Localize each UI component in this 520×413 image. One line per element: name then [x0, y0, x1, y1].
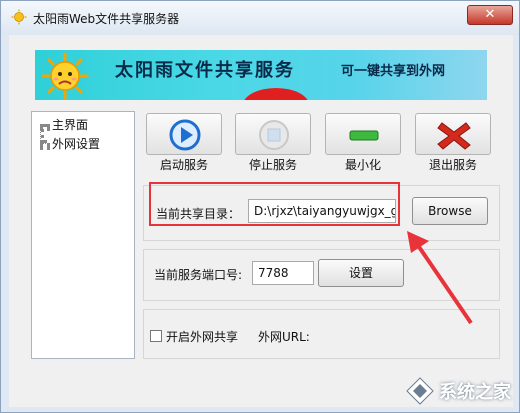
banner-subtitle: 可一键共享到外网	[341, 64, 446, 79]
set-port-button[interactable]: 设置	[318, 259, 404, 287]
sun-logo-icon	[11, 9, 27, 25]
banner-decoration	[243, 88, 309, 100]
window-title: 太阳雨Web文件共享服务器	[33, 12, 180, 26]
minimize-button[interactable]	[325, 113, 401, 155]
stop-service-button[interactable]	[235, 113, 311, 155]
banner-title: 太阳雨文件共享服务	[115, 60, 295, 81]
start-service-button[interactable]	[146, 113, 222, 155]
app-window: 太阳雨Web文件共享服务器 ✕ 太阳雨文件共享服务 可一键共享到外网 主界面 外…	[0, 0, 520, 413]
watermark-logo-icon	[406, 377, 434, 405]
watermark-text: 系统之家	[439, 382, 511, 403]
banner: 太阳雨文件共享服务 可一键共享到外网	[35, 50, 487, 100]
annotation-arrow	[407, 231, 473, 325]
external-url-label: 外网URL:	[258, 330, 310, 344]
play-icon	[169, 119, 201, 151]
stop-service-label: 停止服务	[248, 158, 297, 172]
tree-connector	[40, 143, 50, 147]
window-close-button[interactable]: ✕	[467, 5, 513, 25]
external-share-label: 开启外网共享	[166, 330, 239, 344]
external-share-checkbox[interactable]	[150, 330, 162, 342]
title-bar[interactable]: 太阳雨Web文件共享服务器 ✕	[1, 1, 519, 35]
start-service-label: 启动服务	[159, 158, 208, 172]
port-label: 当前服务端口号:	[154, 268, 243, 282]
sun-mascot-icon	[41, 52, 89, 100]
tree-item-main[interactable]: 主界面	[52, 116, 88, 133]
exit-x-icon	[437, 122, 471, 150]
minimize-icon	[349, 130, 379, 141]
exit-service-label: 退出服务	[428, 158, 477, 172]
exit-service-button[interactable]	[415, 113, 491, 155]
stop-icon	[259, 120, 289, 150]
nav-tree: 主界面 外网设置	[31, 111, 135, 359]
tree-connector	[40, 124, 50, 128]
port-field[interactable]: 7788	[252, 261, 314, 285]
share-directory-highlight-box	[149, 182, 400, 226]
browse-button[interactable]: Browse	[412, 197, 488, 225]
tree-item-external-settings[interactable]: 外网设置	[52, 135, 100, 152]
minimize-label: 最小化	[344, 158, 381, 172]
watermark: 系统之家	[405, 374, 511, 408]
